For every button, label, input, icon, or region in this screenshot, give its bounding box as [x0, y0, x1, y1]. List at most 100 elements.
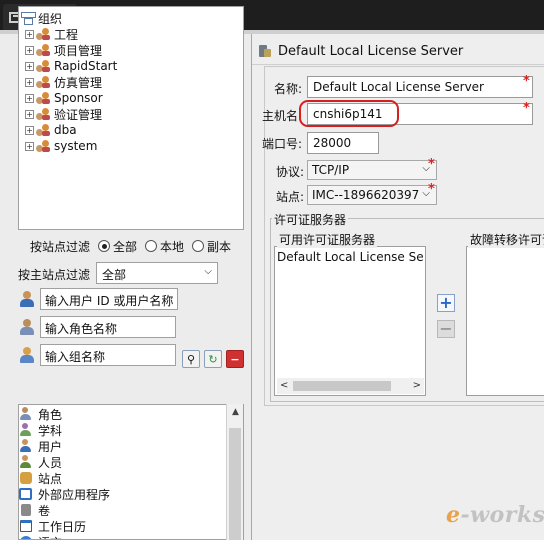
tree-node-label: 仿真管理	[54, 75, 103, 90]
scroll-right-icon[interactable]: >	[413, 378, 421, 394]
tree-node-system[interactable]: + system	[25, 138, 97, 154]
tree-node-sponsor[interactable]: + Sponsor	[25, 90, 103, 106]
radio-local[interactable]	[145, 240, 158, 252]
scrollbar-thumb[interactable]	[229, 428, 241, 540]
list-item-languages[interactable]: 语言	[19, 534, 62, 539]
user-search-input[interactable]: 输入用户 ID 或用户名称	[40, 288, 178, 310]
list-item-label: 卷	[38, 503, 51, 518]
site-filter-row: 按站点过滤 全部 本地 副本	[30, 238, 231, 254]
tree-root[interactable]: 组织	[21, 10, 62, 26]
scroll-up-icon[interactable]: ▲	[227, 404, 244, 421]
site-icon	[19, 471, 33, 485]
expand-icon[interactable]: +	[25, 61, 34, 71]
list-item-label: 人员	[38, 455, 63, 470]
list-item-disciplines[interactable]: 学科	[19, 422, 62, 438]
role-search-row: 输入角色名称	[18, 315, 176, 339]
category-list-scrollbar[interactable]: ▲	[226, 404, 243, 540]
scrollbar-thumb[interactable]	[293, 381, 391, 391]
expand-icon[interactable]: +	[25, 109, 34, 119]
user-icon	[19, 439, 33, 453]
tree-node-engineering[interactable]: + 工程	[25, 26, 78, 42]
protocol-value: TCP/IP	[312, 163, 350, 177]
list-item-label: 站点	[38, 471, 63, 486]
list-item-label: 用户	[38, 439, 63, 454]
search-icon[interactable]: ⚲	[182, 350, 200, 368]
group-icon	[36, 27, 50, 41]
tree-root-label: 组织	[38, 11, 63, 26]
group-icon	[36, 75, 50, 89]
expand-icon[interactable]: +	[25, 45, 34, 55]
detail-title-text: Default Local License Server	[278, 43, 464, 59]
failover-servers-label: 故障转移许可证服务器	[468, 231, 544, 248]
volume-icon	[19, 503, 33, 517]
available-servers-list[interactable]	[274, 246, 426, 396]
expand-icon[interactable]: +	[25, 93, 34, 103]
refresh-icon[interactable]: ↻	[204, 350, 222, 368]
tree-node-project-management[interactable]: + 项目管理	[25, 42, 102, 58]
tree-node-validation[interactable]: + 验证管理	[25, 106, 102, 122]
failover-servers-list[interactable]	[466, 246, 544, 396]
list-item-volumes[interactable]: 卷	[19, 502, 50, 518]
list-item-users[interactable]: 用户	[19, 438, 62, 454]
available-list-hscrollbar[interactable]: < >	[277, 378, 424, 394]
clear-icon[interactable]: −	[226, 350, 244, 368]
radio-replica[interactable]	[192, 240, 205, 252]
list-item-calendar[interactable]: 工作日历	[19, 518, 86, 534]
group-search-input[interactable]: 输入组名称	[40, 344, 176, 366]
watermark-prefix: e	[446, 502, 461, 528]
host-site-select[interactable]: 全部 ⌵	[96, 262, 218, 284]
role-icon	[19, 407, 33, 421]
site-select[interactable]: IMC--1896620397 ⌵	[307, 185, 437, 205]
tree-node-label: Sponsor	[54, 91, 103, 105]
group-icon	[36, 123, 50, 137]
expand-icon[interactable]: +	[25, 125, 34, 135]
list-item-label: 角色	[38, 407, 63, 422]
name-field[interactable]: Default Local License Server	[307, 76, 533, 98]
list-item-roles[interactable]: 角色	[19, 406, 62, 422]
protocol-label: 协议:	[276, 165, 305, 179]
remove-server-button[interactable]: −	[437, 320, 455, 338]
radio-local-label[interactable]: 本地	[160, 238, 184, 255]
group-icon	[36, 139, 50, 153]
title-divider	[252, 64, 544, 65]
host-label: 主机名:	[262, 109, 303, 123]
discipline-icon	[19, 423, 33, 437]
host-site-filter-label: 按主站点过滤	[18, 268, 91, 282]
list-item[interactable]: Default Local License Server	[277, 250, 424, 264]
expand-icon[interactable]: +	[25, 141, 34, 151]
organization-icon	[21, 12, 36, 25]
detail-title: Default Local License Server	[258, 42, 463, 60]
list-item-label: 外部应用程序	[38, 487, 111, 502]
host-highlight-annotation	[299, 100, 399, 127]
external-app-icon	[19, 487, 33, 501]
port-label: 端口号:	[262, 137, 303, 151]
tree-node-rapidstart[interactable]: + RapidStart	[25, 58, 117, 74]
list-item-sites[interactable]: 站点	[19, 470, 62, 486]
expand-icon[interactable]: +	[25, 29, 34, 39]
list-item-persons[interactable]: 人员	[19, 454, 62, 470]
radio-all[interactable]	[98, 240, 111, 252]
protocol-select[interactable]: TCP/IP ⌵	[307, 160, 437, 180]
language-icon	[19, 535, 33, 539]
group-icon	[36, 43, 50, 57]
tree-node-label: RapidStart	[54, 59, 118, 73]
radio-replica-label[interactable]: 副本	[207, 238, 231, 255]
tree-node-label: 验证管理	[54, 107, 103, 122]
tree-node-simulation[interactable]: + 仿真管理	[25, 74, 102, 90]
site-label: 站点:	[276, 190, 305, 204]
list-item-label: 工作日历	[38, 519, 87, 534]
person-icon	[19, 455, 33, 469]
add-server-button[interactable]: +	[437, 294, 455, 312]
list-item-external-apps[interactable]: 外部应用程序	[19, 486, 110, 502]
radio-all-label[interactable]: 全部	[113, 238, 137, 255]
scroll-left-icon[interactable]: <	[280, 378, 288, 394]
available-servers-label: 可用许可证服务器	[277, 231, 378, 248]
license-servers-group-label: 许可证服务器	[272, 211, 349, 228]
port-field[interactable]: 28000	[307, 132, 379, 154]
group-icon	[36, 91, 50, 105]
expand-icon[interactable]: +	[25, 77, 34, 87]
role-search-input[interactable]: 输入角色名称	[40, 316, 176, 338]
organization-tree[interactable]: 组织 + 工程 + 项目管理 + RapidStart + 仿真管理 + Sponsor …	[18, 6, 244, 230]
tree-node-dba[interactable]: + dba	[25, 122, 77, 138]
category-list[interactable]: 角色 学科 用户 人员 站点 外部应用程序 卷 工作日历 语言	[18, 404, 244, 540]
